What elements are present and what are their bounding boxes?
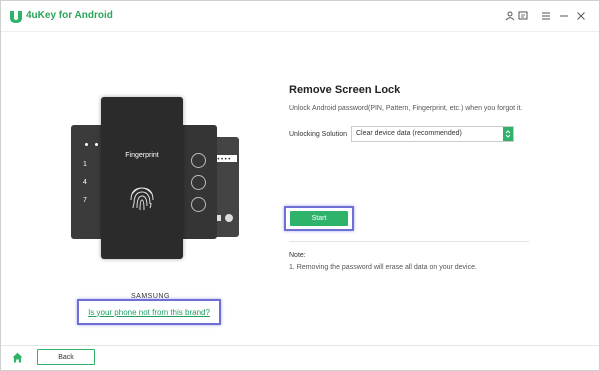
minimize-icon[interactable]	[557, 9, 571, 23]
note-title: Note:	[289, 252, 306, 259]
note-text: 1. Removing the password will erase all …	[289, 264, 477, 271]
app-window: 4uKey for Android 1 4 7 ••••• Fingerprin…	[0, 0, 600, 371]
start-button-highlight: Start	[284, 206, 354, 231]
brand-link[interactable]: Is your phone not from this brand?	[88, 308, 210, 317]
divider	[289, 241, 529, 242]
select-value: Clear device data (recommended)	[356, 130, 462, 137]
fingerprint-icon	[130, 187, 154, 211]
app-title: 4uKey for Android	[26, 10, 113, 21]
app-logo-icon	[10, 11, 22, 23]
user-icon[interactable]	[503, 9, 517, 23]
pin-number: 7	[83, 197, 87, 204]
pin-number: 1	[83, 161, 87, 168]
pattern-node	[191, 197, 206, 212]
feedback-icon[interactable]	[516, 9, 530, 23]
page-description: Unlock Android password(PIN, Pattern, Fi…	[289, 105, 523, 112]
pin-dot	[85, 143, 88, 146]
keypad-icons	[215, 214, 233, 222]
back-button[interactable]: Back	[37, 349, 95, 365]
pin-dot	[95, 143, 98, 146]
pattern-phone	[179, 125, 217, 239]
chevron-updown-icon[interactable]	[503, 127, 513, 141]
phone-illustration: 1 4 7 ••••• Fingerprint	[71, 97, 241, 259]
pin-number: 4	[83, 179, 87, 186]
bottom-bar: Back	[1, 345, 599, 371]
menu-icon[interactable]	[539, 9, 553, 23]
pattern-node	[191, 153, 206, 168]
close-icon[interactable]	[574, 9, 588, 23]
start-button[interactable]: Start	[290, 211, 348, 226]
fingerprint-label: Fingerprint	[125, 152, 159, 159]
brand-link-highlight: Is your phone not from this brand?	[77, 299, 221, 325]
fingerprint-phone: Fingerprint	[101, 97, 183, 259]
unlocking-solution-select[interactable]: Clear device data (recommended)	[351, 126, 514, 142]
pattern-node	[191, 175, 206, 190]
page-title: Remove Screen Lock	[289, 84, 401, 96]
unlocking-solution-label: Unlocking Solution	[289, 131, 347, 138]
title-bar: 4uKey for Android	[1, 1, 599, 32]
home-icon[interactable]	[12, 352, 23, 363]
